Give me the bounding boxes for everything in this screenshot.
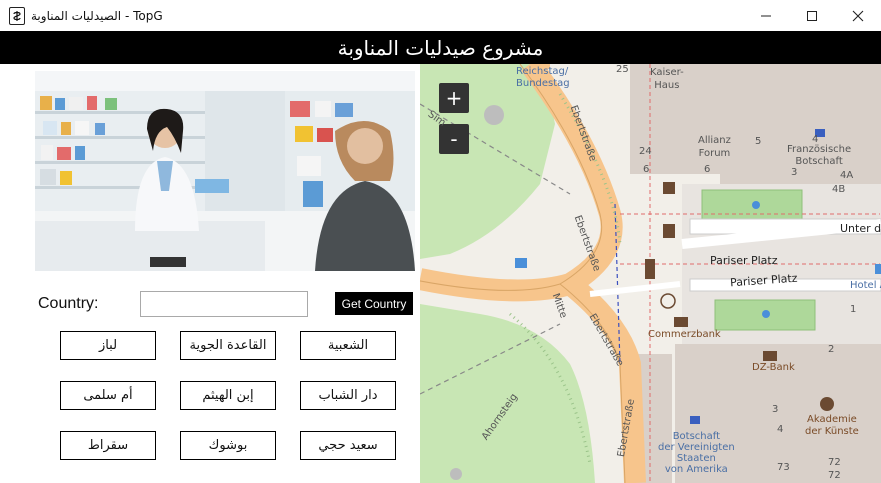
map-label: Kaiser- Haus <box>650 67 684 91</box>
map-label: Commerzbank <box>648 329 721 340</box>
maximize-button[interactable] <box>789 0 835 31</box>
window-title: الصيدليات المناوبة - TopG <box>31 8 163 23</box>
map-label: Hotel A <box>850 280 881 291</box>
zoom-out-button[interactable]: - <box>439 124 469 154</box>
map-label: Akademie der Künste <box>805 414 859 437</box>
title-bar: الصيدليات المناوبة - TopG <box>0 0 881 31</box>
location-button[interactable]: سقراط <box>60 431 156 460</box>
map-house-number: 1 <box>850 304 857 315</box>
minimize-icon <box>761 15 771 16</box>
map-view[interactable]: + - Reichstag/ Bundestag Kaiser- Haus Al… <box>420 64 881 483</box>
map-house-number: 72 <box>828 457 841 468</box>
minimize-button[interactable] <box>743 0 789 31</box>
location-button[interactable]: الشعبية <box>300 331 396 360</box>
country-label: Country: <box>38 295 99 312</box>
close-icon <box>852 10 864 21</box>
map-house-number: 6 <box>643 164 650 175</box>
map-label: Unter de <box>840 222 881 235</box>
map-house-number: 72 <box>828 470 841 481</box>
country-input[interactable] <box>140 291 308 317</box>
map-house-number: 73 <box>777 462 790 473</box>
map-house-number: 25 <box>616 64 629 75</box>
location-button[interactable]: بوشوك <box>180 431 276 460</box>
map-house-number: 24 <box>639 146 652 157</box>
map-house-number: 2 <box>828 344 835 355</box>
map-label: Pariser Platz <box>710 254 778 267</box>
pharmacy-icon <box>9 6 25 25</box>
map-label: Reichstag/ Bundestag <box>516 66 570 89</box>
left-panel: Country: Get Country لباز القاعدة الجوية… <box>0 64 420 483</box>
banner-title: مشروع صيدليات المناوبة <box>337 35 544 60</box>
location-button[interactable]: القاعدة الجوية <box>180 331 276 360</box>
map-label: Französische Botschaft <box>787 144 852 167</box>
map-house-number: 4B <box>832 184 846 195</box>
pharmacy-photo <box>35 71 415 271</box>
map-label: Botschaft der Vereinigten Staaten von Am… <box>658 431 735 475</box>
map-house-number: 4 <box>777 424 784 435</box>
location-button[interactable]: لباز <box>60 331 156 360</box>
zoom-in-button[interactable]: + <box>439 83 469 113</box>
app-banner: مشروع صيدليات المناوبة <box>0 31 881 64</box>
close-button[interactable] <box>835 0 881 31</box>
map-house-number: 5 <box>755 136 762 147</box>
map-label: Allianz Forum <box>698 135 731 159</box>
map-house-number: 4A <box>840 170 854 181</box>
map-label: DZ-Bank <box>752 362 795 373</box>
map-house-number: 3 <box>772 404 779 415</box>
map-house-number: 3 <box>791 167 798 178</box>
maximize-icon <box>807 10 817 21</box>
location-button[interactable]: دار الشباب <box>300 381 396 410</box>
location-button[interactable]: أم سلمى <box>60 381 156 410</box>
location-button[interactable]: سعيد حجي <box>300 431 396 460</box>
get-country-button[interactable]: Get Country <box>335 292 413 315</box>
location-button[interactable]: إبن الهيثم <box>180 381 276 410</box>
map-house-number: 4 <box>812 134 819 145</box>
map-house-number: 6 <box>704 164 711 175</box>
